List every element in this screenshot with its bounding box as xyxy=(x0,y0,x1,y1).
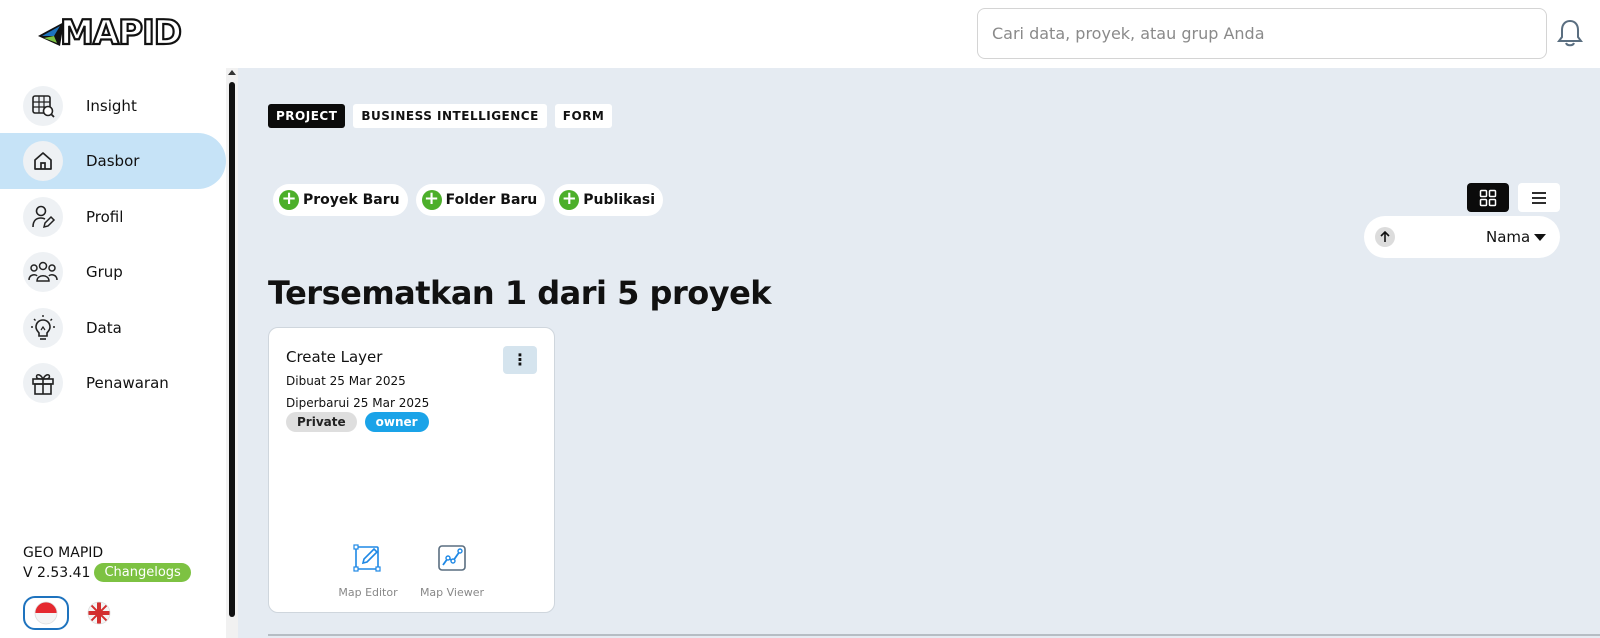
plus-icon: + xyxy=(421,190,442,210)
search-input[interactable] xyxy=(992,24,1532,43)
map-viewer-icon xyxy=(438,545,466,571)
map-editor-icon xyxy=(353,544,381,572)
sidebar-item-label: Profil xyxy=(86,208,124,226)
project-card[interactable]: Create Layer ⋮ Dibuat 25 Mar 2025 Diperb… xyxy=(268,327,555,613)
mapid-logo[interactable]: MAPID xyxy=(36,13,183,53)
sidebar-item-grup[interactable]: Grup xyxy=(0,244,226,300)
project-card-title: Create Layer xyxy=(286,348,383,366)
project-badges: Private owner xyxy=(286,412,429,432)
plus-icon: + xyxy=(279,190,299,210)
publication-button[interactable]: + Publikasi xyxy=(553,184,664,216)
project-created-date: Dibuat 25 Mar 2025 xyxy=(286,374,406,388)
new-project-label: Proyek Baru xyxy=(303,192,400,208)
logo-text: MAPID xyxy=(59,13,183,53)
sort-dropdown[interactable]: Nama xyxy=(1364,216,1560,258)
home-icon xyxy=(23,141,63,181)
profile-edit-icon xyxy=(23,197,63,237)
main-content: PROJECT BUSINESS INTELLIGENCE FORM + Pro… xyxy=(238,68,1600,638)
tab-project[interactable]: PROJECT xyxy=(268,104,346,128)
scroll-up-arrow-icon[interactable] xyxy=(228,70,236,75)
app-name: GEO MAPID xyxy=(23,545,104,561)
grid-view-button[interactable] xyxy=(1467,183,1509,212)
sidebar-item-label: Penawaran xyxy=(86,374,169,392)
gift-icon xyxy=(23,363,63,403)
scrollbar-thumb[interactable] xyxy=(229,82,235,617)
role-badge: owner xyxy=(364,412,429,432)
bell-icon[interactable] xyxy=(1556,18,1584,48)
sidebar-item-profil[interactable]: Profil xyxy=(0,189,226,245)
map-editor-button[interactable]: Map Editor xyxy=(333,543,403,599)
sidebar-item-label: Insight xyxy=(86,97,137,115)
action-buttons: + Proyek Baru + Folder Baru + Publikasi xyxy=(273,184,664,216)
sidebar-item-label: Data xyxy=(86,319,122,337)
card-menu-button[interactable]: ⋮ xyxy=(503,346,537,374)
uk-flag-icon xyxy=(87,601,111,625)
changelogs-button[interactable]: Changelogs xyxy=(94,563,191,582)
publication-label: Publikasi xyxy=(583,192,656,208)
version-number: V 2.53.41 xyxy=(23,564,91,581)
grid-icon xyxy=(1479,189,1497,206)
group-icon xyxy=(23,252,63,292)
sort-direction-arrow-icon[interactable] xyxy=(1375,227,1395,247)
caret-down-icon xyxy=(1534,234,1546,241)
sidebar-item-data[interactable]: Data xyxy=(0,300,226,356)
tab-form[interactable]: FORM xyxy=(554,104,613,128)
language-indonesia-button[interactable] xyxy=(23,596,69,630)
list-view-button[interactable] xyxy=(1518,183,1560,212)
sidebar-item-insight[interactable]: Insight xyxy=(0,78,226,134)
section-divider xyxy=(268,634,1600,636)
version-info: GEO MAPID V 2.53.41 Changelogs xyxy=(23,545,191,582)
sidebar-item-dasbor[interactable]: Dasbor xyxy=(0,133,226,189)
insight-icon xyxy=(23,86,63,126)
plus-icon: + xyxy=(559,190,580,210)
privacy-badge: Private xyxy=(286,412,357,432)
top-header: MAPID xyxy=(0,0,1600,68)
logo-mark-icon xyxy=(38,22,64,46)
sidebar-item-penawaran[interactable]: Penawaran xyxy=(0,355,226,411)
map-editor-label: Map Editor xyxy=(338,586,398,599)
sort-selected-label: Nama xyxy=(1486,228,1531,246)
project-updated-date: Diperbarui 25 Mar 2025 xyxy=(286,396,430,410)
map-viewer-button[interactable]: Map Viewer xyxy=(417,543,487,599)
sidebar-scrollbar[interactable] xyxy=(226,68,238,638)
tab-business-intelligence[interactable]: BUSINESS INTELLIGENCE xyxy=(353,104,547,128)
new-folder-label: Folder Baru xyxy=(445,192,538,208)
list-icon xyxy=(1532,191,1546,204)
pinned-projects-title: Tersematkan 1 dari 5 proyek xyxy=(268,274,772,312)
new-folder-button[interactable]: + Folder Baru xyxy=(415,184,546,216)
search-box[interactable] xyxy=(977,8,1547,59)
project-tabs: PROJECT BUSINESS INTELLIGENCE FORM xyxy=(268,104,613,128)
language-english-button[interactable] xyxy=(76,596,122,630)
new-project-button[interactable]: + Proyek Baru xyxy=(273,184,408,216)
lightbulb-icon xyxy=(23,308,63,348)
sidebar-item-label: Dasbor xyxy=(86,152,140,170)
indonesia-flag-icon xyxy=(34,601,58,625)
kebab-menu-icon: ⋮ xyxy=(512,352,528,369)
map-viewer-label: Map Viewer xyxy=(419,586,485,599)
sidebar-item-label: Grup xyxy=(86,263,123,281)
